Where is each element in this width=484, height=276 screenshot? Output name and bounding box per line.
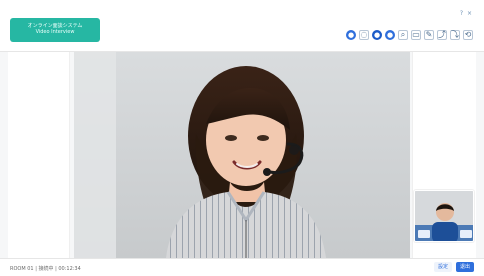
mic-toggle-icon[interactable]: ◌ — [359, 30, 369, 40]
share-out-icon[interactable]: ⤴ — [437, 30, 447, 40]
left-panel — [8, 52, 70, 258]
record-icon[interactable]: ● — [385, 30, 395, 40]
status-text: ROOM 01 | 接続中 | 00:12:34 — [10, 266, 81, 272]
pen-icon[interactable]: ✎ — [424, 30, 434, 40]
screen-share-icon[interactable]: ● — [372, 30, 382, 40]
camera-toggle-icon[interactable]: ● — [346, 30, 356, 40]
refresh-icon[interactable]: ⟲ — [463, 30, 473, 40]
window-mini-controls[interactable]: ? × — [460, 10, 473, 17]
settings-button[interactable]: 設定 — [433, 262, 452, 272]
self-view-frame — [415, 191, 473, 241]
bottom-actions: 設定 退出 — [433, 262, 474, 272]
main-video[interactable] — [74, 52, 410, 258]
share-in-icon[interactable]: ⤵ — [450, 30, 460, 40]
top-bar: オンライン面談システム Video Interview ? × ● ◌ ● ● … — [0, 0, 484, 52]
main-area — [0, 52, 484, 258]
bottom-bar: ROOM 01 | 接続中 | 00:12:34 設定 退出 — [0, 258, 484, 276]
search-icon[interactable]: ⌕ — [398, 30, 408, 40]
video-call-window: オンライン面談システム Video Interview ? × ● ◌ ● ● … — [0, 0, 484, 276]
brand-pill: オンライン面談システム Video Interview — [10, 18, 100, 42]
main-video-frame — [74, 52, 410, 258]
leave-button[interactable]: 退出 — [455, 262, 474, 272]
self-view-video[interactable] — [414, 190, 474, 242]
brand-line-2: Video Interview — [35, 29, 75, 35]
window-icon[interactable]: ▭ — [411, 30, 421, 40]
toolbar: ● ◌ ● ● ⌕ ▭ ✎ ⤴ ⤵ ⟲ — [346, 28, 473, 42]
